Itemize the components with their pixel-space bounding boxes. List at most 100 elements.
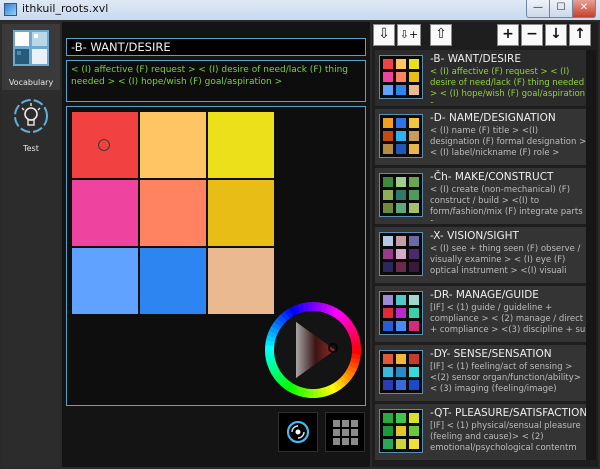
thumb-swatch xyxy=(409,236,419,246)
maximize-button[interactable]: ☐ xyxy=(549,0,573,18)
color-swatch-6[interactable] xyxy=(208,180,274,246)
card-thumbnail xyxy=(379,173,423,217)
thumb-swatch xyxy=(409,380,419,390)
roots-list: -B- WANT/DESIRE < (I) affective (F) requ… xyxy=(372,48,586,462)
root-card[interactable]: -X- VISION/SIGHT < (I) see + thing seen … xyxy=(375,227,586,283)
app-icon xyxy=(4,3,17,16)
thumb-swatch xyxy=(396,59,406,69)
thumb-swatch xyxy=(383,144,393,154)
color-swatch-3[interactable] xyxy=(208,112,274,178)
card-description: [IF] < (1) guide / guideline + complianc… xyxy=(430,303,586,335)
color-swatch-2[interactable] xyxy=(140,112,206,178)
grid-icon xyxy=(333,420,358,445)
thumb-swatch xyxy=(409,203,419,213)
thumb-swatch xyxy=(396,308,406,318)
card-description: < (I) see + thing seen (F) observe / vis… xyxy=(430,244,581,276)
card-title: -QT- PLEASURE/SATISFACTION xyxy=(430,407,586,419)
card-description: < (I) name (F) title > <(I) designation … xyxy=(430,126,586,158)
thumb-swatch xyxy=(383,413,393,423)
randomize-button[interactable] xyxy=(278,412,318,452)
list-scrollbar[interactable] xyxy=(586,50,596,460)
root-card[interactable]: -DY- SENSE/SENSATION [IF] < (1) feeling/… xyxy=(375,345,586,401)
thumb-swatch xyxy=(409,367,419,377)
thumb-swatch xyxy=(409,59,419,69)
thumb-swatch xyxy=(396,249,406,259)
thumb-swatch xyxy=(383,236,393,246)
thumb-swatch xyxy=(383,426,393,436)
move-down-button[interactable]: ↓ xyxy=(545,24,567,46)
hue-segment xyxy=(265,349,275,356)
title-bar: ithkuil_roots.xvl — ☐ ✕ xyxy=(0,0,600,21)
root-card[interactable]: -D- NAME/DESIGNATION < (I) name (F) titl… xyxy=(375,109,586,165)
thumb-swatch xyxy=(383,439,393,449)
root-card[interactable]: -Čh- MAKE/CONSTRUCT < (I) create (non-me… xyxy=(375,168,586,224)
thumb-swatch xyxy=(396,354,406,364)
card-title: -B- WANT/DESIRE xyxy=(430,53,521,65)
thumb-swatch xyxy=(383,249,393,259)
thumb-swatch xyxy=(409,426,419,436)
color-swatch-4[interactable] xyxy=(72,180,138,246)
thumb-swatch xyxy=(409,144,419,154)
color-swatch-1[interactable] xyxy=(72,112,138,178)
card-thumbnail xyxy=(379,409,423,453)
root-title-field[interactable]: -B- WANT/DESIRE xyxy=(66,38,366,56)
close-button[interactable]: ✕ xyxy=(572,0,596,18)
card-description: [IF] < (1) physical/sensual pleasure (fe… xyxy=(430,421,581,453)
card-thumbnail xyxy=(379,291,423,335)
thumb-swatch xyxy=(396,190,406,200)
card-title: -D- NAME/DESIGNATION xyxy=(430,112,556,124)
lightbulb-icon xyxy=(14,99,48,133)
thumb-swatch xyxy=(396,413,406,423)
thumb-swatch xyxy=(383,72,393,82)
nav-test[interactable]: Test xyxy=(2,90,60,156)
grid-view-button[interactable] xyxy=(325,412,365,452)
root-card[interactable]: -DR- MANAGE/GUIDE [IF] < (1) guide / gui… xyxy=(375,286,586,342)
thumb-swatch xyxy=(396,118,406,128)
import-add-button[interactable]: ⇩+ xyxy=(397,24,421,46)
card-thumbnail xyxy=(379,114,423,158)
thumb-swatch xyxy=(396,380,406,390)
thumb-swatch xyxy=(383,190,393,200)
thumb-swatch xyxy=(409,118,419,128)
root-description-field[interactable]: < (I) affective (F) request > < (I) desi… xyxy=(66,60,366,102)
left-nav: Vocabulary Test xyxy=(2,22,60,467)
root-card[interactable]: -B- WANT/DESIRE < (I) affective (F) requ… xyxy=(375,50,586,106)
minimize-button[interactable]: — xyxy=(526,0,550,18)
vocabulary-icon xyxy=(13,30,49,66)
thumb-swatch xyxy=(396,262,406,272)
color-wheel[interactable] xyxy=(263,300,363,400)
thumb-swatch xyxy=(383,203,393,213)
thumb-swatch xyxy=(383,308,393,318)
window-title: ithkuil_roots.xvl xyxy=(22,2,109,15)
thumb-swatch xyxy=(396,295,406,305)
thumb-swatch xyxy=(396,203,406,213)
card-description: [IF] < (1) feeling/act of sensing > <(2)… xyxy=(430,362,581,394)
add-root-button[interactable]: + xyxy=(497,24,519,46)
nav-vocabulary[interactable]: Vocabulary xyxy=(2,24,60,90)
thumb-swatch xyxy=(383,295,393,305)
thumb-swatch xyxy=(396,72,406,82)
thumb-swatch xyxy=(396,131,406,141)
thumb-swatch xyxy=(383,131,393,141)
thumb-swatch xyxy=(383,380,393,390)
color-swatch-8[interactable] xyxy=(140,248,206,314)
remove-root-button[interactable]: − xyxy=(521,24,543,46)
card-thumbnail xyxy=(379,350,423,394)
move-up-button[interactable]: ↑ xyxy=(569,24,591,46)
thumb-swatch xyxy=(409,439,419,449)
thumb-swatch xyxy=(409,354,419,364)
card-description: < (I) create (non-mechanical) (F) constr… xyxy=(430,185,583,221)
thumb-swatch xyxy=(396,177,406,187)
card-title: -Čh- MAKE/CONSTRUCT xyxy=(430,171,554,183)
thumb-swatch xyxy=(409,295,419,305)
thumb-swatch xyxy=(409,190,419,200)
thumb-swatch xyxy=(396,85,406,95)
color-swatch-7[interactable] xyxy=(72,248,138,314)
root-card[interactable]: -QT- PLEASURE/SATISFACTION [IF] < (1) ph… xyxy=(375,404,586,460)
color-swatch-5[interactable] xyxy=(140,180,206,246)
thumb-swatch xyxy=(396,144,406,154)
thumb-swatch xyxy=(409,177,419,187)
import-button[interactable]: ⇩ xyxy=(373,24,395,46)
export-button[interactable]: ⇧ xyxy=(430,24,452,46)
thumb-swatch xyxy=(383,177,393,187)
